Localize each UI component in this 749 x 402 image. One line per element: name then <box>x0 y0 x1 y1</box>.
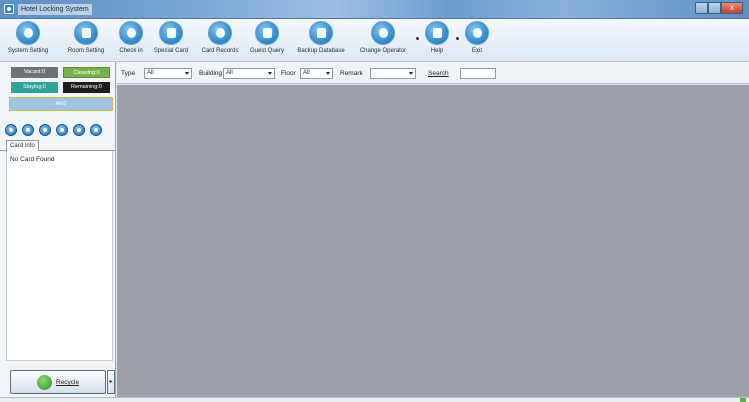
help-label: Help <box>430 48 444 54</box>
floor-select[interactable]: All <box>300 68 333 79</box>
type-select[interactable]: All <box>144 68 192 79</box>
type-label: Type <box>121 70 136 77</box>
title-bar: Hotel Locking System x <box>0 0 749 19</box>
exit-label: Exit <box>471 48 482 54</box>
recycle-button[interactable]: Recycle <box>10 370 106 394</box>
card-records-icon <box>208 21 232 45</box>
backup-database-button[interactable]: Backup Database <box>292 21 350 60</box>
recycle-dropdown-button[interactable]: ▸ <box>107 370 115 394</box>
special-card-icon <box>159 21 183 45</box>
remark-select[interactable] <box>370 68 416 79</box>
guest-query-button[interactable]: Guest Query <box>246 21 288 60</box>
quick-action-4-icon[interactable] <box>56 124 68 136</box>
resize-grip-icon[interactable] <box>740 398 746 402</box>
building-select[interactable]: All <box>223 68 275 79</box>
check-in-icon <box>119 21 143 45</box>
chevron-down-icon <box>409 72 413 75</box>
change-operator-icon <box>371 21 395 45</box>
recycle-icon <box>37 375 52 390</box>
status-bar <box>0 397 749 402</box>
change-operator-button[interactable]: Change Operator <box>356 21 410 60</box>
guest-query-icon <box>255 21 279 45</box>
help-icon <box>425 21 449 45</box>
floor-select-value: All <box>303 70 310 76</box>
exit-icon <box>465 21 489 45</box>
toolbar-separator <box>456 37 459 40</box>
special-card-label: Special Card <box>153 48 189 54</box>
chevron-down-icon <box>268 72 272 75</box>
special-card-button[interactable]: Special Card <box>149 21 193 60</box>
remaining-count-button[interactable]: Remaining:0 <box>63 82 110 93</box>
room-grid-area <box>117 85 749 397</box>
remark-label: Remark <box>340 70 363 77</box>
building-label: Building <box>199 70 223 77</box>
card-info-tabbar: Card Info <box>0 138 115 152</box>
window-title: Hotel Locking System <box>18 4 92 15</box>
room-setting-button[interactable]: Room Setting <box>62 21 110 60</box>
chevron-down-icon <box>326 72 330 75</box>
filter-bar: Type All Building All Floor All Remark S… <box>117 62 749 84</box>
quick-action-5-icon[interactable] <box>73 124 85 136</box>
quick-action-3-icon[interactable] <box>39 124 51 136</box>
card-records-label: Card Records <box>201 48 239 54</box>
change-operator-label: Change Operator <box>359 48 407 54</box>
close-button[interactable]: x <box>721 2 743 14</box>
main-toolbar: System Setting Room Setting Check in Spe… <box>0 19 749 62</box>
staying-count-button[interactable]: Staying:0 <box>11 82 58 93</box>
help-button[interactable]: Help <box>422 21 452 60</box>
minimize-button[interactable] <box>695 2 708 14</box>
no-card-message: No Card Found <box>10 156 55 163</box>
window-controls: x <box>695 2 743 14</box>
recycle-label: Recycle <box>56 379 80 386</box>
gear-icon <box>16 21 40 45</box>
vacant-count-button[interactable]: Vacant:0 <box>11 67 58 78</box>
type-select-value: All <box>147 70 154 76</box>
left-panel: Vacant:0 Cleaning:0 Staying:0 Remaining:… <box>0 62 116 397</box>
exit-button[interactable]: Exit <box>462 21 492 60</box>
chevron-down-icon <box>185 72 189 75</box>
all-count-button[interactable]: All:0 <box>9 97 113 111</box>
toolbar-separator <box>416 37 419 40</box>
floor-label: Floor <box>281 70 296 77</box>
quick-action-1-icon[interactable] <box>5 124 17 136</box>
app-icon <box>4 4 14 14</box>
system-setting-button[interactable]: System Setting <box>4 21 52 60</box>
quick-action-6-icon[interactable] <box>90 124 102 136</box>
search-input[interactable] <box>460 68 496 79</box>
maximize-button[interactable] <box>708 2 721 14</box>
guest-query-label: Guest Query <box>249 48 284 54</box>
check-in-label: Check in <box>119 48 143 54</box>
system-setting-label: System Setting <box>7 48 49 54</box>
quick-action-row <box>5 124 113 136</box>
cleaning-count-button[interactable]: Cleaning:0 <box>63 67 110 78</box>
card-records-button[interactable]: Card Records <box>196 21 244 60</box>
quick-action-2-icon[interactable] <box>22 124 34 136</box>
room-setting-label: Room Setting <box>67 48 105 54</box>
card-info-panel: No Card Found <box>6 151 113 361</box>
search-label: Search <box>428 70 449 77</box>
backup-database-label: Backup Database <box>297 48 345 54</box>
backup-database-icon <box>309 21 333 45</box>
room-icon <box>74 21 98 45</box>
building-select-value: All <box>226 70 233 76</box>
check-in-button[interactable]: Check in <box>114 21 148 60</box>
